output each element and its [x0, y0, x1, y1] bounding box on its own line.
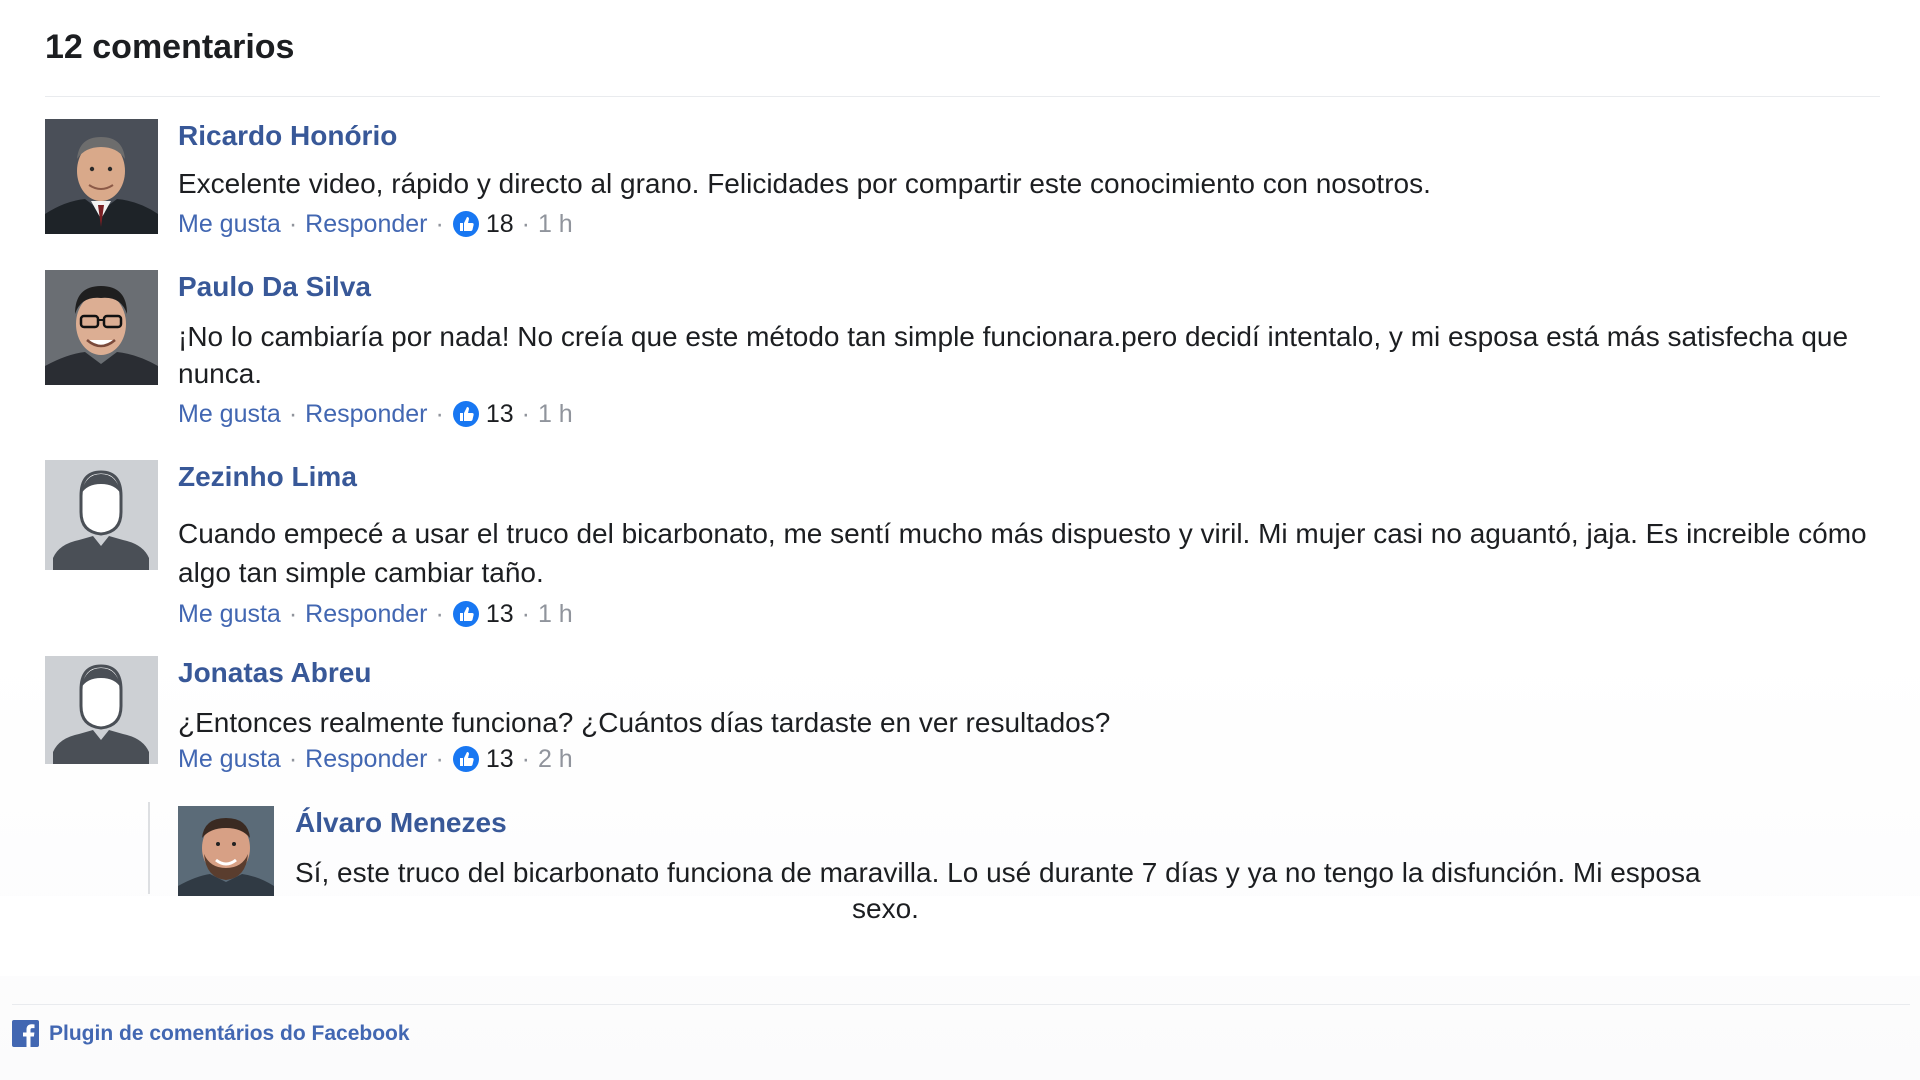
separator-dot: · [521, 600, 530, 628]
loading-overlay [0, 896, 1920, 976]
comment-timestamp[interactable]: 1 h [538, 398, 573, 430]
comment-author[interactable]: Ricardo Honório [178, 119, 1885, 153]
comment-text: Excelente video, rápido y directo al gra… [178, 168, 1431, 199]
separator-dot: · [435, 600, 444, 628]
like-button[interactable]: Me gusta [178, 398, 281, 430]
comment-count-heading: 12 comentarios [45, 28, 295, 66]
avatar[interactable] [45, 270, 158, 385]
comment-author[interactable]: Paulo Da Silva [178, 270, 1885, 304]
comment-author[interactable]: Jonatas Abreu [178, 656, 1885, 690]
comment-body: Álvaro Menezes Sí, este truco del bicarb… [295, 806, 1878, 891]
thumbs-up-icon [452, 400, 480, 428]
comments-page: 12 comentarios Ricardo Honório Excelente… [0, 0, 1920, 1080]
like-button[interactable]: Me gusta [178, 743, 281, 775]
comment-body: Ricardo Honório Excelente video, rápido … [178, 119, 1885, 240]
like-count: 18 [485, 210, 514, 238]
footer-label: Plugin de comentários do Facebook [49, 1021, 410, 1045]
comment-author[interactable]: Álvaro Menezes [295, 806, 1878, 840]
avatar[interactable] [45, 656, 158, 764]
default-user-silhouette-icon [45, 656, 158, 764]
header-divider [45, 96, 1880, 97]
reply-button[interactable]: Responder [305, 598, 427, 630]
separator-dot: · [288, 745, 298, 773]
separator-dot: · [521, 745, 530, 773]
thumbs-up-icon [452, 745, 480, 773]
comment-text: Sí, este truco del bicarbonato funciona … [295, 857, 1701, 888]
separator-dot: · [288, 600, 298, 628]
comment-text: ¿Entonces realmente funciona? ¿Cuántos d… [178, 707, 1111, 738]
comment-body: Paulo Da Silva ¡No lo cambiaría por nada… [178, 270, 1885, 430]
separator-dot: · [435, 745, 444, 773]
reply-thread-line [148, 802, 150, 894]
like-button[interactable]: Me gusta [178, 598, 281, 630]
comment-text-continuation: sexo. [852, 893, 919, 924]
like-count: 13 [485, 745, 514, 773]
footer-divider [12, 1004, 1910, 1005]
comment-actions: Me gusta · Responder · 13 · 1 h [178, 598, 1885, 630]
avatar[interactable] [45, 460, 158, 570]
thumbs-up-icon [452, 210, 480, 238]
avatar[interactable] [45, 119, 158, 234]
like-count: 13 [485, 400, 514, 428]
avatar-photo-icon [45, 119, 158, 234]
avatar[interactable] [178, 806, 274, 896]
comment-actions: Me gusta · Responder · 18 · 1 h [178, 208, 1885, 240]
avatar-photo-icon [45, 270, 158, 385]
reply-button[interactable]: Responder [305, 208, 427, 240]
separator-dot: · [435, 210, 444, 238]
comment-body: Jonatas Abreu ¿Entonces realmente funcio… [178, 656, 1885, 775]
separator-dot: · [521, 210, 530, 238]
separator-dot: · [521, 400, 530, 428]
comment-timestamp[interactable]: 1 h [538, 598, 573, 630]
comment-text: ¡No lo cambiaría por nada! No creía que … [178, 321, 1849, 389]
separator-dot: · [435, 400, 444, 428]
separator-dot: · [288, 400, 298, 428]
comment-actions: Me gusta · Responder · 13 · 2 h [178, 743, 1885, 775]
comment-timestamp[interactable]: 2 h [538, 743, 573, 775]
default-user-silhouette-icon [45, 460, 158, 570]
thumbs-up-icon [452, 600, 480, 628]
comment-actions: Me gusta · Responder · 13 · 1 h [178, 398, 1885, 430]
comment-timestamp[interactable]: 1 h [538, 208, 573, 240]
facebook-icon [12, 1020, 39, 1047]
comment-text: Cuando empecé a usar el truco del bicarb… [178, 518, 1867, 588]
like-button[interactable]: Me gusta [178, 208, 281, 240]
avatar-photo-icon [178, 806, 274, 896]
comment-body: Zezinho Lima Cuando empecé a usar el tru… [178, 460, 1885, 630]
separator-dot: · [288, 210, 298, 238]
comment-author[interactable]: Zezinho Lima [178, 460, 1885, 494]
facebook-plugin-link[interactable]: Plugin de comentários do Facebook [12, 1020, 410, 1047]
reply-button[interactable]: Responder [305, 743, 427, 775]
reply-button[interactable]: Responder [305, 398, 427, 430]
like-count: 13 [485, 600, 514, 628]
